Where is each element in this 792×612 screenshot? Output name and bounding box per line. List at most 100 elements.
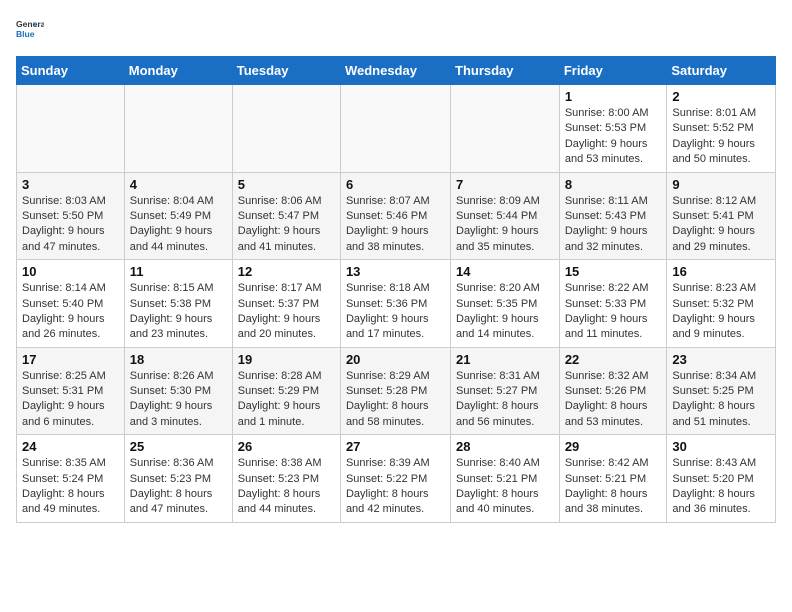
calendar-cell: 7Sunrise: 8:09 AM Sunset: 5:44 PM Daylig…: [451, 172, 560, 260]
day-info: Sunrise: 8:34 AM Sunset: 5:25 PM Dayligh…: [672, 369, 770, 431]
day-number: 30: [672, 439, 770, 454]
calendar-cell: 4 Sunrise: 8:04 AM Sunset: 5:49 PM Daylig…: [124, 172, 232, 260]
day-info: Sunrise: 8:28 AM Sunset: 5:29 PM Dayligh…: [238, 369, 335, 431]
weekday-header-row: SundayMondayTuesdayWednesdayThursdayFrid…: [17, 57, 776, 85]
day-number: 1: [565, 89, 662, 104]
calendar-cell: 29 Sunrise: 8:42 AM Sunset: 5:21 PM Dayli…: [559, 435, 667, 523]
day-number: 23: [672, 352, 770, 367]
weekday-header-saturday: Saturday: [667, 57, 776, 85]
calendar-cell: 9Sunrise: 8:12 AM Sunset: 5:41 PM Daylig…: [667, 172, 776, 260]
calendar-week-row: 3 Sunrise: 8:03 AM Sunset: 5:50 PM Daylig…: [17, 172, 776, 260]
day-number: 11: [130, 264, 227, 279]
calendar-cell: 28 Sunrise: 8:40 AM Sunset: 5:21 PM Dayli…: [451, 435, 560, 523]
day-number: 9: [672, 177, 770, 192]
calendar-cell: 15 Sunrise: 8:22 AM Sunset: 5:33 PM Dayli…: [559, 260, 667, 348]
day-number: 21: [456, 352, 554, 367]
day-info: Sunrise: 8:22 AM Sunset: 5:33 PM Dayligh…: [565, 281, 662, 343]
day-number: 18: [130, 352, 227, 367]
day-info: Sunrise: 8:29 AM Sunset: 5:28 PM Dayligh…: [346, 369, 445, 431]
day-number: 16: [672, 264, 770, 279]
calendar-cell: 23 Sunrise: 8:34 AM Sunset: 5:25 PM Dayli…: [667, 347, 776, 435]
day-info: Sunrise: 8:25 AM Sunset: 5:31 PM Dayligh…: [22, 369, 119, 431]
day-number: 29: [565, 439, 662, 454]
day-number: 2: [672, 89, 770, 104]
weekday-header-tuesday: Tuesday: [232, 57, 340, 85]
calendar-cell: 8Sunrise: 8:11 AM Sunset: 5:43 PM Daylig…: [559, 172, 667, 260]
weekday-header-wednesday: Wednesday: [340, 57, 450, 85]
calendar-cell: 27 Sunrise: 8:39 AM Sunset: 5:22 PM Dayli…: [340, 435, 450, 523]
day-number: 4: [130, 177, 227, 192]
calendar-cell: 21 Sunrise: 8:31 AM Sunset: 5:27 PM Dayli…: [451, 347, 560, 435]
day-info: Sunrise: 8:38 AM Sunset: 5:23 PM Dayligh…: [238, 456, 335, 518]
calendar-cell: 14Sunrise: 8:20 AM Sunset: 5:35 PM Dayli…: [451, 260, 560, 348]
calendar-cell: 17 Sunrise: 8:25 AM Sunset: 5:31 PM Dayli…: [17, 347, 125, 435]
svg-text:Blue: Blue: [16, 29, 35, 39]
calendar-cell: 12 Sunrise: 8:17 AM Sunset: 5:37 PM Dayli…: [232, 260, 340, 348]
calendar-cell: 18 Sunrise: 8:26 AM Sunset: 5:30 PM Dayli…: [124, 347, 232, 435]
day-number: 27: [346, 439, 445, 454]
logo-icon: GeneralBlue: [16, 16, 44, 44]
day-number: 6: [346, 177, 445, 192]
day-number: 17: [22, 352, 119, 367]
weekday-header-sunday: Sunday: [17, 57, 125, 85]
day-info: Sunrise: 8:01 AM Sunset: 5:52 PM Dayligh…: [672, 106, 770, 168]
calendar-cell: [340, 85, 450, 173]
day-number: 13: [346, 264, 445, 279]
calendar-cell: [17, 85, 125, 173]
calendar-cell: 26 Sunrise: 8:38 AM Sunset: 5:23 PM Dayli…: [232, 435, 340, 523]
calendar-cell: 6 Sunrise: 8:07 AM Sunset: 5:46 PM Daylig…: [340, 172, 450, 260]
calendar-cell: 16 Sunrise: 8:23 AM Sunset: 5:32 PM Dayli…: [667, 260, 776, 348]
day-number: 5: [238, 177, 335, 192]
day-info: Sunrise: 8:35 AM Sunset: 5:24 PM Dayligh…: [22, 456, 119, 518]
day-info: Sunrise: 8:32 AM Sunset: 5:26 PM Dayligh…: [565, 369, 662, 431]
day-number: 7: [456, 177, 554, 192]
calendar-cell: 19 Sunrise: 8:28 AM Sunset: 5:29 PM Dayli…: [232, 347, 340, 435]
logo: GeneralBlue: [16, 16, 44, 44]
calendar-cell: 1 Sunrise: 8:00 AM Sunset: 5:53 PM Daylig…: [559, 85, 667, 173]
day-number: 19: [238, 352, 335, 367]
weekday-header-monday: Monday: [124, 57, 232, 85]
day-number: 26: [238, 439, 335, 454]
day-info: Sunrise: 8:42 AM Sunset: 5:21 PM Dayligh…: [565, 456, 662, 518]
day-number: 3: [22, 177, 119, 192]
calendar-cell: 20 Sunrise: 8:29 AM Sunset: 5:28 PM Dayli…: [340, 347, 450, 435]
day-info: Sunrise: 8:39 AM Sunset: 5:22 PM Dayligh…: [346, 456, 445, 518]
calendar-week-row: 10Sunrise: 8:14 AM Sunset: 5:40 PM Dayli…: [17, 260, 776, 348]
day-info: Sunrise: 8:11 AM Sunset: 5:43 PM Dayligh…: [565, 194, 662, 256]
weekday-header-thursday: Thursday: [451, 57, 560, 85]
day-info: Sunrise: 8:14 AM Sunset: 5:40 PM Dayligh…: [22, 281, 119, 343]
day-info: Sunrise: 8:06 AM Sunset: 5:47 PM Dayligh…: [238, 194, 335, 256]
day-number: 15: [565, 264, 662, 279]
calendar-cell: 22 Sunrise: 8:32 AM Sunset: 5:26 PM Dayli…: [559, 347, 667, 435]
day-info: Sunrise: 8:15 AM Sunset: 5:38 PM Dayligh…: [130, 281, 227, 343]
calendar-cell: [232, 85, 340, 173]
calendar-cell: 10Sunrise: 8:14 AM Sunset: 5:40 PM Dayli…: [17, 260, 125, 348]
day-info: Sunrise: 8:26 AM Sunset: 5:30 PM Dayligh…: [130, 369, 227, 431]
calendar-week-row: 24 Sunrise: 8:35 AM Sunset: 5:24 PM Dayli…: [17, 435, 776, 523]
day-number: 25: [130, 439, 227, 454]
day-info: Sunrise: 8:40 AM Sunset: 5:21 PM Dayligh…: [456, 456, 554, 518]
day-number: 12: [238, 264, 335, 279]
day-info: Sunrise: 8:03 AM Sunset: 5:50 PM Dayligh…: [22, 194, 119, 256]
day-info: Sunrise: 8:23 AM Sunset: 5:32 PM Dayligh…: [672, 281, 770, 343]
day-info: Sunrise: 8:07 AM Sunset: 5:46 PM Dayligh…: [346, 194, 445, 256]
calendar-week-row: 17 Sunrise: 8:25 AM Sunset: 5:31 PM Dayli…: [17, 347, 776, 435]
svg-text:General: General: [16, 19, 44, 29]
day-info: Sunrise: 8:00 AM Sunset: 5:53 PM Dayligh…: [565, 106, 662, 168]
weekday-header-friday: Friday: [559, 57, 667, 85]
day-number: 22: [565, 352, 662, 367]
day-number: 28: [456, 439, 554, 454]
calendar-cell: 11 Sunrise: 8:15 AM Sunset: 5:38 PM Dayli…: [124, 260, 232, 348]
calendar-cell: 25Sunrise: 8:36 AM Sunset: 5:23 PM Dayli…: [124, 435, 232, 523]
day-number: 14: [456, 264, 554, 279]
calendar-cell: [451, 85, 560, 173]
calendar-table: SundayMondayTuesdayWednesdayThursdayFrid…: [16, 56, 776, 523]
day-info: Sunrise: 8:17 AM Sunset: 5:37 PM Dayligh…: [238, 281, 335, 343]
calendar-cell: [124, 85, 232, 173]
calendar-cell: 13Sunrise: 8:18 AM Sunset: 5:36 PM Dayli…: [340, 260, 450, 348]
header: GeneralBlue: [16, 16, 776, 44]
day-number: 20: [346, 352, 445, 367]
day-info: Sunrise: 8:31 AM Sunset: 5:27 PM Dayligh…: [456, 369, 554, 431]
day-info: Sunrise: 8:04 AM Sunset: 5:49 PM Dayligh…: [130, 194, 227, 256]
day-number: 24: [22, 439, 119, 454]
